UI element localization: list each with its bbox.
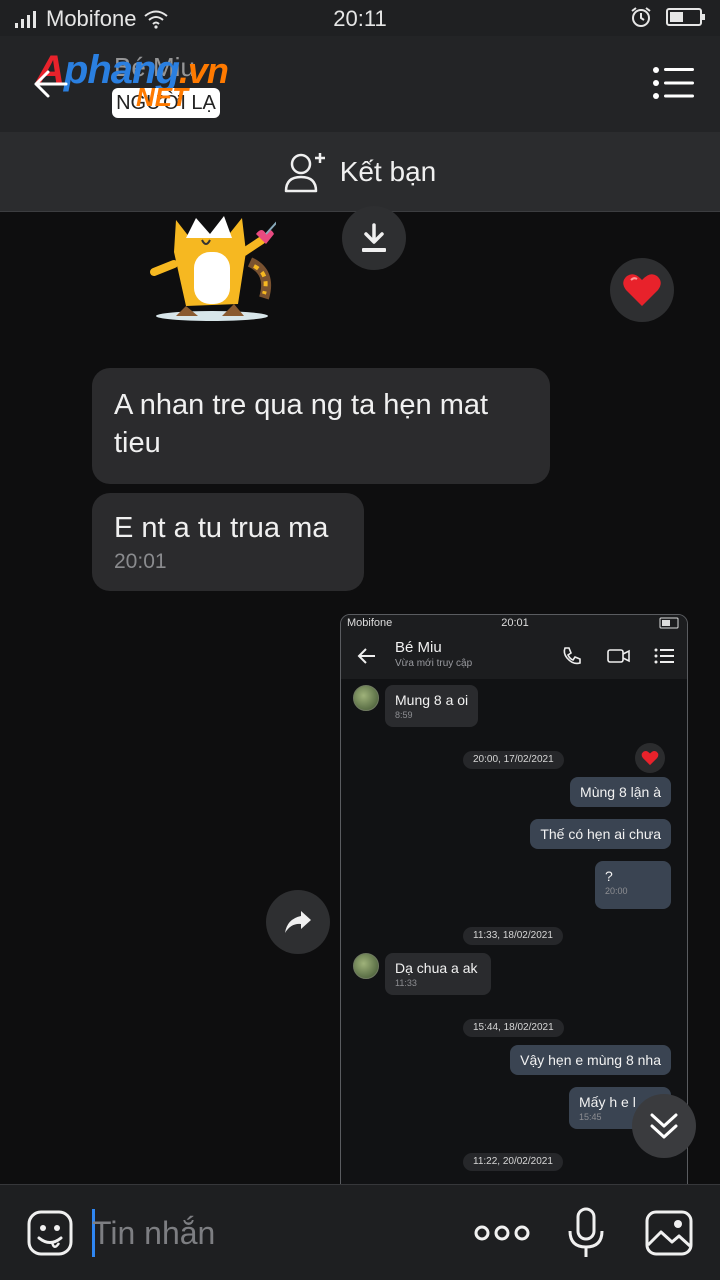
embedded-heart-icon — [635, 743, 665, 773]
message-input[interactable] — [92, 1207, 452, 1259]
embedded-message: Vậy hẹn e mùng 8 nha — [510, 1045, 671, 1075]
message-time: 20:01 — [114, 550, 167, 573]
embedded-message: ? 20:00 — [595, 861, 671, 909]
embedded-date-chip: 20:00, 17/02/2021 — [463, 751, 564, 769]
microphone-icon[interactable] — [566, 1207, 606, 1259]
embedded-date-chip: 11:22, 20/02/2021 — [463, 1153, 563, 1171]
battery-icon — [666, 8, 705, 26]
menu-list-icon[interactable] — [652, 66, 694, 100]
embedded-avatar — [353, 685, 379, 711]
embedded-message: Thế có hẹn ai chưa — [530, 819, 671, 849]
embedded-contact-status: Vừa mới truy cập — [395, 658, 473, 669]
embedded-status-bar: Mobifone 20:01 — [341, 615, 687, 633]
stranger-tag: NGƯỜI LẠ NET — [112, 82, 220, 118]
emoji-sticker-icon[interactable] — [26, 1209, 74, 1257]
embedded-time: 20:01 — [501, 617, 529, 629]
embedded-date-chip: 11:33, 18/02/2021 — [463, 927, 563, 945]
embedded-back-icon — [357, 648, 375, 664]
more-options-icon[interactable] — [474, 1215, 530, 1251]
image-message[interactable]: Mobifone 20:01 Bé Miu Vừa mới truy cập M… — [340, 614, 688, 1194]
add-friend-bar[interactable]: Kết bạn — [0, 132, 720, 212]
add-user-icon — [284, 152, 325, 192]
embedded-contact-name: Bé Miu — [395, 639, 442, 656]
message-bubble[interactable]: A nhan tre qua ng ta hẹn mat tieu — [92, 368, 550, 484]
embedded-header: Bé Miu Vừa mới truy cập — [341, 633, 687, 679]
chat-screen: Mobifone 20:11 Bé Miu Aphang.vn NGƯỜI LẠ… — [0, 0, 720, 1280]
embedded-date-chip: 15:44, 18/02/2021 — [463, 1019, 564, 1037]
status-right — [630, 6, 706, 28]
chat-header: Bé Miu Aphang.vn NGƯỜI LẠ NET — [0, 36, 720, 132]
embedded-battery-icon — [659, 617, 679, 629]
embedded-phone-icon — [563, 647, 581, 665]
double-chevron-down-icon — [650, 1113, 678, 1139]
embedded-message: Dạ chua a ak 11:33 — [385, 953, 491, 995]
raccoon-sticker — [150, 216, 276, 321]
status-time: 20:11 — [333, 6, 387, 31]
react-heart-button[interactable] — [610, 258, 674, 322]
watermark-net: NET — [136, 82, 188, 112]
embedded-avatar — [353, 953, 379, 979]
status-bar: Mobifone 20:11 — [0, 0, 720, 36]
scroll-to-bottom-button[interactable] — [632, 1094, 696, 1158]
message-text: A nhan tre qua ng ta hẹn mat tieu — [114, 389, 489, 459]
embedded-video-icon — [607, 649, 630, 663]
add-friend-label: Kết bạn — [339, 155, 437, 187]
image-gallery-icon[interactable] — [644, 1209, 694, 1257]
message-bubble[interactable]: E nt a tu trua ma 20:01 — [92, 493, 364, 591]
forward-button[interactable] — [266, 890, 330, 954]
alarm-icon — [631, 7, 651, 27]
share-arrow-icon — [285, 911, 311, 933]
message-composer — [0, 1184, 720, 1280]
embedded-message: Mùng 8 lận à — [570, 777, 671, 807]
download-button[interactable] — [342, 206, 406, 270]
download-icon — [362, 223, 386, 252]
embedded-message: Mung 8 a oi 8:59 — [385, 685, 479, 727]
message-text: E nt a tu trua ma — [114, 512, 329, 544]
embedded-menu-icon — [654, 648, 674, 664]
back-arrow-icon[interactable] — [30, 64, 70, 104]
heart-icon — [623, 274, 661, 306]
